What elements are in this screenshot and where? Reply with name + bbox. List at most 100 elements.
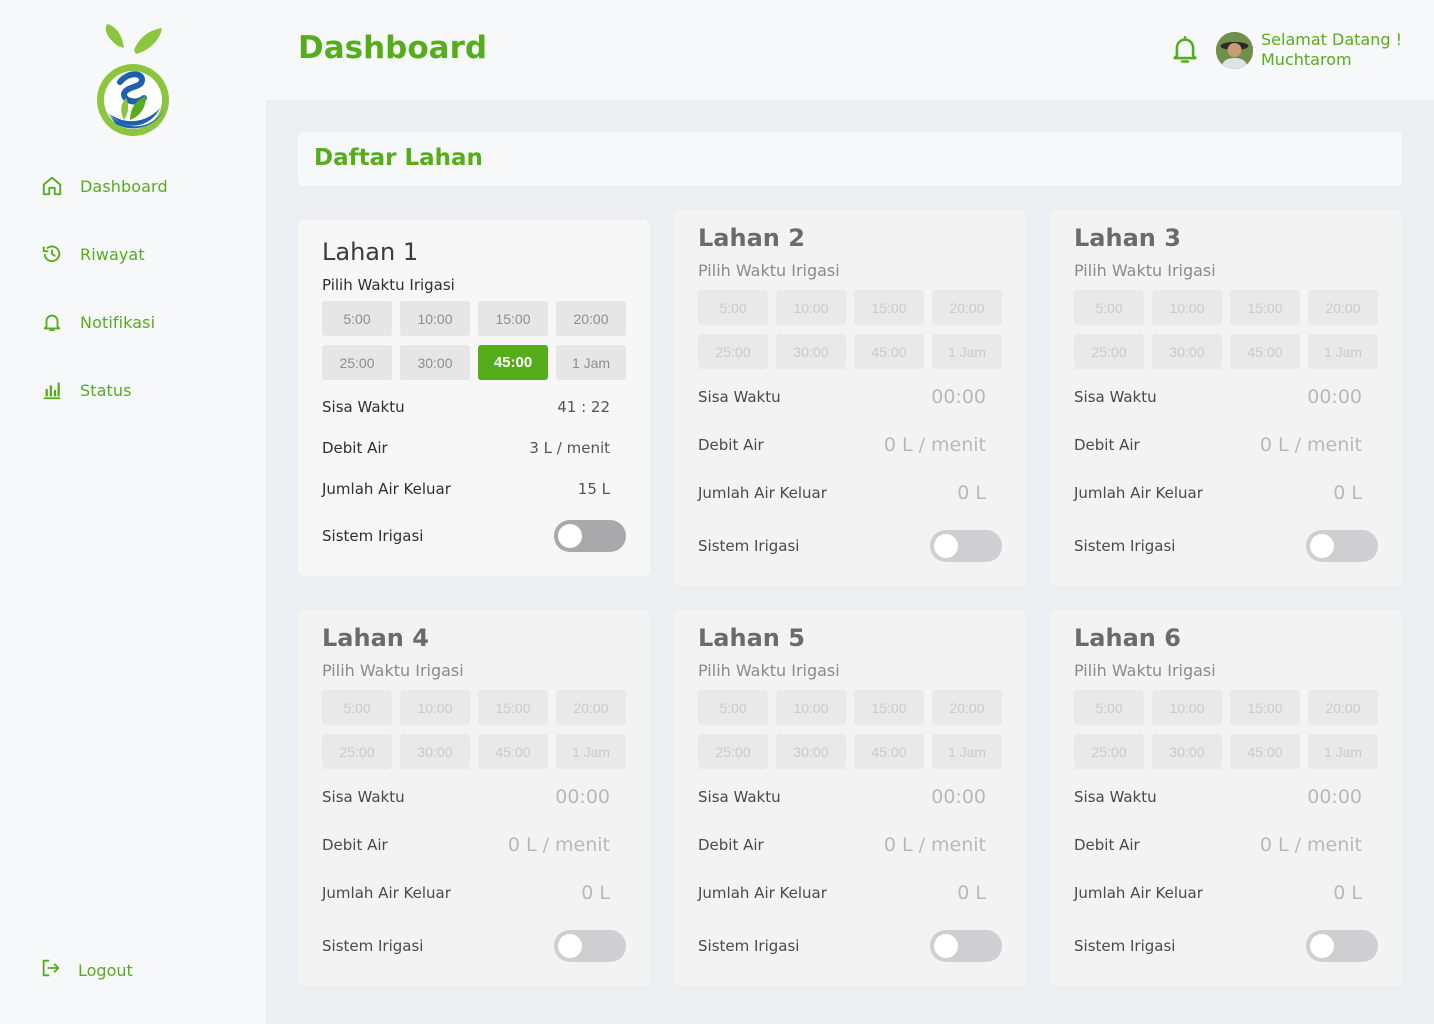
time-option-button[interactable]: 5:00 [698, 690, 768, 725]
remaining-time-label: Sisa Waktu [698, 788, 781, 806]
sidebar-item-dashboard[interactable]: Dashboard [40, 172, 168, 200]
time-option-button[interactable]: 20:00 [932, 690, 1002, 725]
welcome-greeting: Selamat Datang ! [1261, 30, 1402, 49]
water-total-label: Jumlah Air Keluar [698, 484, 827, 502]
time-option-button[interactable]: 5:00 [1074, 690, 1144, 725]
water-total-row: Jumlah Air Keluar 0 L [322, 882, 610, 904]
time-option-button[interactable]: 5:00 [1074, 290, 1144, 325]
time-option-button[interactable]: 30:00 [400, 734, 470, 769]
water-total-value: 0 L [581, 882, 610, 904]
toggle-knob [1310, 934, 1334, 958]
sidebar: Dashboard Riwayat Notifikasi Status Logo… [0, 0, 266, 1024]
irrigation-system-label: Sistem Irigasi [698, 937, 800, 955]
time-option-button[interactable]: 25:00 [322, 345, 392, 380]
section-header: Daftar Lahan [298, 132, 1402, 186]
notification-bell-icon[interactable] [1171, 35, 1199, 65]
lahan-card-6: Lahan 6 Pilih Waktu Irigasi 5:00 10:00 15:00… [1050, 610, 1402, 986]
bell-icon [40, 310, 64, 334]
time-option-button[interactable]: 5:00 [322, 301, 392, 336]
time-option-button[interactable]: 1 Jam [932, 334, 1002, 369]
time-option-button[interactable]: 10:00 [1152, 290, 1222, 325]
time-option-button[interactable]: 25:00 [698, 334, 768, 369]
pick-time-label: Pilih Waktu Irigasi [1074, 661, 1216, 680]
time-option-button[interactable]: 20:00 [1308, 290, 1378, 325]
irrigation-toggle[interactable] [930, 530, 1002, 562]
time-option-button[interactable]: 25:00 [322, 734, 392, 769]
irrigation-toggle[interactable] [1306, 530, 1378, 562]
water-total-value: 0 L [957, 482, 986, 504]
time-option-button[interactable]: 25:00 [698, 734, 768, 769]
remaining-time-label: Sisa Waktu [322, 398, 405, 416]
water-total-row: Jumlah Air Keluar 0 L [1074, 482, 1362, 504]
irrigation-toggle[interactable] [554, 520, 626, 552]
water-flow-row: Debit Air 3 L / menit [322, 439, 610, 457]
time-option-button[interactable]: 25:00 [1074, 734, 1144, 769]
time-option-button[interactable]: 10:00 [400, 690, 470, 725]
water-total-row: Jumlah Air Keluar 0 L [698, 482, 986, 504]
time-option-button[interactable]: 45:00 [478, 345, 548, 380]
card-title: Lahan 4 [322, 624, 429, 652]
time-option-button[interactable]: 15:00 [854, 690, 924, 725]
time-option-button[interactable]: 20:00 [932, 290, 1002, 325]
time-option-button[interactable]: 45:00 [854, 334, 924, 369]
water-total-row: Jumlah Air Keluar 0 L [1074, 882, 1362, 904]
time-option-button[interactable]: 10:00 [400, 301, 470, 336]
logout-icon [40, 957, 62, 983]
remaining-time-row: Sisa Waktu 00:00 [698, 386, 986, 408]
time-option-button[interactable]: 1 Jam [556, 734, 626, 769]
toggle-knob [934, 534, 958, 558]
logout-label: Logout [78, 960, 133, 980]
time-option-button[interactable]: 30:00 [776, 334, 846, 369]
water-total-label: Jumlah Air Keluar [322, 884, 451, 902]
time-option-button[interactable]: 15:00 [478, 301, 548, 336]
irrigation-toggle[interactable] [554, 930, 626, 962]
sidebar-item-status[interactable]: Status [40, 376, 132, 404]
time-option-button[interactable]: 20:00 [1308, 690, 1378, 725]
time-option-button[interactable]: 45:00 [1230, 734, 1300, 769]
remaining-time-label: Sisa Waktu [698, 388, 781, 406]
time-option-button[interactable]: 20:00 [556, 690, 626, 725]
irrigation-system-label: Sistem Irigasi [322, 937, 424, 955]
irrigation-system-row: Sistem Irigasi [698, 530, 1002, 562]
time-option-grid: 5:00 10:00 15:00 20:00 25:00 30:00 45:00 1 Jam [698, 690, 1002, 769]
time-option-button[interactable]: 1 Jam [1308, 734, 1378, 769]
time-option-button[interactable]: 30:00 [400, 345, 470, 380]
lahan-card-5: Lahan 5 Pilih Waktu Irigasi 5:00 10:00 15:00… [674, 610, 1026, 986]
time-option-button[interactable]: 10:00 [776, 290, 846, 325]
time-option-button[interactable]: 25:00 [1074, 334, 1144, 369]
avatar[interactable] [1216, 32, 1253, 69]
sidebar-item-notifikasi[interactable]: Notifikasi [40, 308, 155, 336]
sidebar-item-riwayat[interactable]: Riwayat [40, 240, 145, 268]
irrigation-toggle[interactable] [1306, 930, 1378, 962]
time-option-button[interactable]: 5:00 [698, 290, 768, 325]
top-bar: Dashboard Selamat Datang ! Muchtarom [266, 0, 1434, 100]
card-title: Lahan 1 [322, 238, 419, 266]
water-flow-label: Debit Air [1074, 436, 1140, 454]
card-title: Lahan 5 [698, 624, 805, 652]
time-option-button[interactable]: 5:00 [322, 690, 392, 725]
time-option-button[interactable]: 15:00 [854, 290, 924, 325]
time-option-button[interactable]: 45:00 [478, 734, 548, 769]
time-option-button[interactable]: 15:00 [1230, 290, 1300, 325]
time-option-button[interactable]: 15:00 [1230, 690, 1300, 725]
remaining-time-value: 00:00 [555, 786, 610, 808]
time-option-button[interactable]: 1 Jam [932, 734, 1002, 769]
time-option-button[interactable]: 10:00 [776, 690, 846, 725]
time-option-button[interactable]: 10:00 [1152, 690, 1222, 725]
lahan-card-4: Lahan 4 Pilih Waktu Irigasi 5:00 10:00 15:00… [298, 610, 650, 986]
time-option-button[interactable]: 20:00 [556, 301, 626, 336]
time-option-button[interactable]: 45:00 [1230, 334, 1300, 369]
time-option-button[interactable]: 45:00 [854, 734, 924, 769]
water-total-value: 15 L [577, 480, 610, 498]
time-option-button[interactable]: 30:00 [1152, 334, 1222, 369]
time-option-button[interactable]: 1 Jam [556, 345, 626, 380]
logout-button[interactable]: Logout [40, 956, 133, 984]
irrigation-toggle[interactable] [930, 930, 1002, 962]
time-option-button[interactable]: 30:00 [776, 734, 846, 769]
water-total-label: Jumlah Air Keluar [698, 884, 827, 902]
time-option-button[interactable]: 15:00 [478, 690, 548, 725]
water-flow-label: Debit Air [322, 439, 388, 457]
irrigation-system-row: Sistem Irigasi [1074, 530, 1378, 562]
time-option-button[interactable]: 1 Jam [1308, 334, 1378, 369]
time-option-button[interactable]: 30:00 [1152, 734, 1222, 769]
